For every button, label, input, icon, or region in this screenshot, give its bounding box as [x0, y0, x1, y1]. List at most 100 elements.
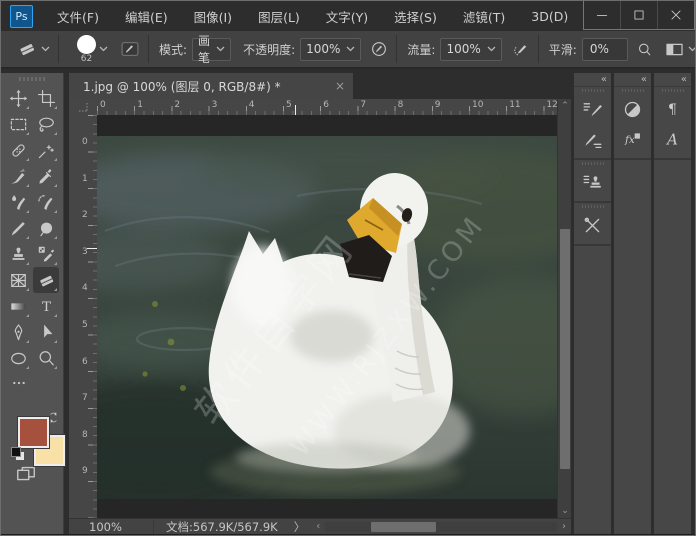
scroll-up-icon[interactable]: ⌃: [558, 99, 572, 113]
opacity-select[interactable]: 100%: [300, 38, 361, 61]
tool-magic-wand[interactable]: [33, 137, 59, 163]
tool-move[interactable]: [5, 85, 31, 111]
tool-material-eyedropper[interactable]: [33, 241, 59, 267]
tool-history-brush[interactable]: [33, 189, 59, 215]
tool-patch-brush[interactable]: [5, 163, 31, 189]
h-ruler-number: 0: [100, 100, 106, 110]
h-ruler-number: 1: [137, 100, 143, 110]
scroll-left-icon[interactable]: ‹: [311, 521, 325, 532]
menu-item-3[interactable]: 图层(L): [245, 7, 313, 26]
h-ruler-number: 6: [323, 100, 329, 110]
tool-eyedropper[interactable]: [33, 163, 59, 189]
tool-zoom[interactable]: [33, 345, 59, 371]
brush-preview[interactable]: 62: [77, 35, 96, 63]
tool-direct-select[interactable]: [33, 319, 59, 345]
minimize-icon: [595, 8, 609, 22]
ruler-origin-corner[interactable]: [69, 99, 98, 116]
toggle-brush-settings-icon[interactable]: [120, 39, 140, 59]
flow-value: 100%: [446, 42, 480, 56]
tool-frame[interactable]: [5, 267, 31, 293]
scroll-right-icon[interactable]: ›: [557, 521, 571, 532]
tab-close-icon[interactable]: ×: [335, 79, 345, 93]
chevron-down-icon[interactable]: [99, 46, 108, 52]
scroll-down-icon[interactable]: ⌄: [558, 504, 572, 518]
default-colors-icon[interactable]: [11, 447, 24, 460]
foreground-color-swatch[interactable]: [18, 417, 49, 448]
mode-select[interactable]: 画笔: [192, 38, 231, 61]
tool-presets-panel-icon[interactable]: [574, 210, 611, 240]
flow-select[interactable]: 100%: [440, 38, 501, 61]
menu-item-7[interactable]: 3D(D): [518, 9, 581, 24]
collapse-panels-button[interactable]: «: [574, 73, 611, 87]
brushes-panel-icon[interactable]: [574, 124, 611, 154]
tool-spot-healing[interactable]: [5, 137, 31, 163]
collapse-panels-button[interactable]: «: [654, 73, 691, 87]
canvas-area[interactable]: 软件自学网 WWW.RJZXW.COM: [97, 115, 557, 518]
brush-settings-panel-icon[interactable]: [574, 94, 611, 124]
ruler-cursor-marker: [295, 105, 296, 115]
chevron-down-icon[interactable]: [688, 46, 696, 52]
tool-mixer-brush[interactable]: [5, 189, 31, 215]
menu-item-5[interactable]: 选择(S): [381, 7, 450, 26]
menu-item-6[interactable]: 滤镜(T): [450, 7, 518, 26]
paragraph-panel-icon[interactable]: ¶: [654, 94, 691, 124]
panel-drag-handle[interactable]: [654, 87, 691, 94]
vertical-scrollbar[interactable]: ⌃ ⌄: [557, 99, 571, 518]
horizontal-scroll-thumb[interactable]: [371, 522, 436, 532]
menu-item-0[interactable]: 文件(F): [44, 7, 112, 26]
close-button[interactable]: [657, 1, 694, 29]
tool-lasso[interactable]: [33, 111, 59, 137]
horizontal-ruler: 0123456789101112: [97, 99, 557, 116]
adjustments-panel-icon[interactable]: [614, 94, 651, 124]
smoothing-options-icon[interactable]: [636, 41, 653, 58]
horizontal-scroll-track[interactable]: [325, 522, 557, 532]
screen-mode-icon[interactable]: [15, 463, 37, 485]
tool-pen[interactable]: [5, 319, 31, 345]
panel-drag-handle[interactable]: [574, 203, 611, 210]
collapse-panels-button[interactable]: «: [614, 73, 651, 87]
svg-text:T: T: [42, 299, 51, 314]
tool-type[interactable]: T: [33, 293, 59, 319]
v-ruler-number: 8: [82, 430, 88, 440]
maximize-button[interactable]: [620, 1, 657, 29]
minimize-button[interactable]: [584, 1, 620, 29]
tool-grid: T: [5, 85, 59, 371]
tool-clone-stamp[interactable]: [5, 241, 31, 267]
tool-gradient[interactable]: [5, 293, 31, 319]
canvas-image: 软件自学网 WWW.RJZXW.COM: [97, 136, 557, 499]
window-controls: [583, 1, 695, 30]
menu-item-2[interactable]: 图像(I): [181, 7, 245, 26]
horizontal-scrollbar[interactable]: ‹ ›: [311, 519, 571, 534]
styles-panel-icon[interactable]: fx: [614, 124, 651, 154]
vertical-scroll-thumb[interactable]: [560, 229, 570, 469]
smoothing-value: 0%: [590, 42, 609, 56]
document-tab[interactable]: 1.jpg @ 100% (图层 0, RGB/8#) * ×: [69, 73, 353, 99]
menu-item-1[interactable]: 编辑(E): [112, 7, 181, 26]
eraser-preset-icon[interactable]: [17, 39, 37, 59]
smoothing-field[interactable]: 0%: [582, 38, 628, 61]
status-options-chevron[interactable]: 〉: [288, 519, 312, 535]
edit-toolbar-button[interactable]: [5, 373, 65, 393]
tool-blur[interactable]: [33, 215, 59, 241]
pressure-opacity-icon[interactable]: [370, 40, 388, 58]
menu-item-4[interactable]: 文字(Y): [313, 7, 381, 26]
tool-brush[interactable]: [5, 215, 31, 241]
tool-ellipse-shape[interactable]: [5, 345, 31, 371]
maximize-icon: [632, 8, 646, 22]
tool-eraser[interactable]: [33, 267, 59, 293]
panel-drag-handle[interactable]: [614, 87, 651, 94]
airbrush-icon[interactable]: [512, 40, 530, 58]
tool-marquee[interactable]: [5, 111, 31, 137]
panel-drag-handle[interactable]: [574, 87, 611, 94]
toggle-panel-icon[interactable]: [665, 40, 684, 59]
chevron-down-icon: [487, 46, 496, 52]
zoom-level-field[interactable]: 100%: [69, 520, 154, 534]
opacity-value: 100%: [306, 42, 340, 56]
character-panel-icon[interactable]: A: [654, 124, 691, 154]
clone-source-panel-icon[interactable]: [574, 167, 611, 197]
h-ruler-number: 9: [435, 100, 441, 110]
toolbar-drag-handle[interactable]: [19, 77, 45, 81]
chevron-down-icon[interactable]: [41, 46, 50, 52]
tool-crop[interactable]: [33, 85, 59, 111]
panel-drag-handle[interactable]: [574, 160, 611, 167]
